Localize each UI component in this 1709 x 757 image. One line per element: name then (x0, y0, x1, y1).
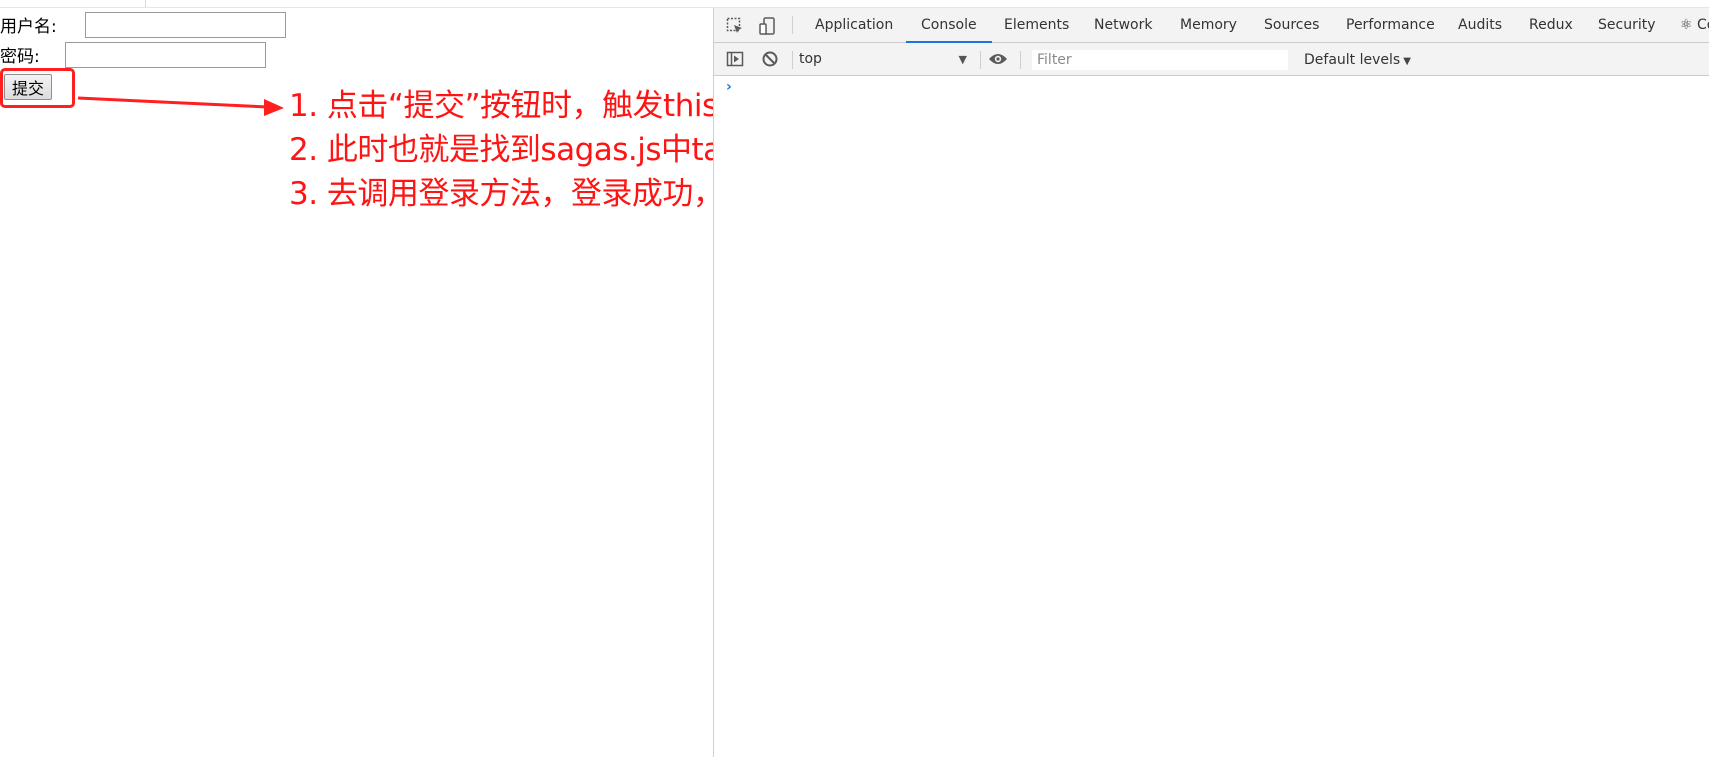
browser-tab-edge (0, 0, 146, 7)
context-selector-value: top (799, 51, 822, 67)
dropdown-caret-icon: ▼ (958, 53, 967, 66)
toolbar-separator (792, 51, 793, 69)
console-toolbar: top ▼ Default levels▼ (714, 43, 1709, 76)
tab-performance[interactable]: Performance (1344, 8, 1437, 42)
annotation-highlight-box (0, 68, 75, 108)
password-label: 密码: (0, 47, 40, 67)
console-prompt-chevron-icon[interactable]: › (726, 79, 732, 95)
tab-audits[interactable]: Audits (1456, 8, 1504, 42)
username-label: 用户名: (0, 17, 57, 37)
toolbar-separator (980, 51, 981, 69)
clear-console-icon[interactable] (759, 48, 781, 70)
tab-components[interactable]: ⚛ Co (1678, 8, 1709, 42)
console-filter-input[interactable] (1031, 49, 1289, 71)
live-expression-eye-icon[interactable] (987, 48, 1009, 70)
password-input[interactable] (65, 42, 266, 68)
toolbar-separator (1020, 51, 1021, 69)
devtools-tab-bar: Application Console Elements Network Mem… (714, 8, 1709, 43)
device-toolbar-icon[interactable] (757, 15, 779, 37)
annotation-arrow (77, 96, 284, 116)
username-input[interactable] (85, 12, 286, 38)
log-levels-dropdown[interactable]: Default levels ▼ (1304, 49, 1411, 73)
show-sidebar-icon[interactable] (724, 48, 746, 70)
inspect-element-icon[interactable] (724, 15, 746, 37)
log-levels-label: Default levels (1304, 52, 1401, 68)
tab-elements[interactable]: Elements (1002, 8, 1071, 42)
browser-top-strip (0, 0, 1709, 8)
tab-memory[interactable]: Memory (1178, 8, 1239, 42)
tab-bar-separator (792, 16, 793, 34)
tab-network[interactable]: Network (1092, 8, 1154, 42)
context-selector[interactable]: top ▼ (799, 49, 967, 70)
dropdown-caret-icon: ▼ (1403, 56, 1411, 67)
tab-application[interactable]: Application (813, 8, 895, 42)
devtools-panel: Application Console Elements Network Mem… (713, 8, 1709, 757)
tab-sources[interactable]: Sources (1262, 8, 1321, 42)
tab-console[interactable]: Console (906, 8, 992, 43)
tab-security[interactable]: Security (1596, 8, 1658, 42)
tab-redux[interactable]: Redux (1527, 8, 1575, 42)
